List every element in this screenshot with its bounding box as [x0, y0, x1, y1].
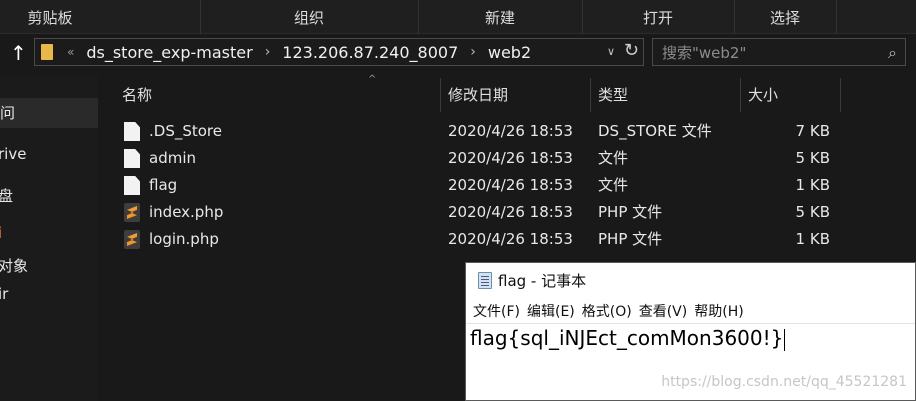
column-separator[interactable] — [840, 78, 841, 112]
column-separator[interactable] — [740, 78, 741, 112]
file-row[interactable]: index.php 2020/4/26 18:53 PHP 文件 5 KB — [118, 199, 878, 226]
chevron-right-icon[interactable]: › — [265, 44, 271, 60]
sort-ascending-icon: ^ — [368, 74, 377, 85]
ribbon-group-select[interactable]: 选择 — [734, 0, 836, 34]
nav-item-dir[interactable]: ir — [0, 285, 8, 303]
file-type: PHP 文件 — [598, 203, 663, 221]
breadcrumb-web2[interactable]: web2 — [488, 43, 531, 62]
file-size: 1 KB — [795, 230, 830, 248]
menu-file[interactable]: 文件(F) — [473, 301, 520, 321]
file-name: .DS_Store — [149, 122, 222, 140]
document-icon — [124, 122, 140, 141]
refresh-icon[interactable]: ↻ — [624, 40, 639, 61]
ribbon-group-open[interactable]: 打开 — [582, 0, 734, 34]
file-date: 2020/4/26 18:53 — [448, 230, 573, 248]
ribbon-group-organize[interactable]: 组织 — [200, 0, 418, 34]
column-header-size[interactable]: 大小 — [748, 78, 778, 112]
menu-format[interactable]: 格式(O) — [582, 301, 632, 321]
watermark: https://blog.csdn.net/qq_45521281 — [661, 374, 907, 390]
nav-item-objects[interactable]: 对象 — [0, 255, 28, 276]
address-row: ↑ « ds_store_exp-master › 123.206.87.240… — [0, 34, 916, 70]
ribbon-group-clipboard[interactable]: 剪贴板 — [0, 0, 100, 34]
column-separator[interactable] — [590, 78, 591, 112]
file-row[interactable]: login.php 2020/4/26 18:53 PHP 文件 1 KB — [118, 226, 878, 253]
folder-icon — [41, 44, 53, 60]
file-size: 1 KB — [795, 176, 830, 194]
column-header-date[interactable]: 修改日期 — [448, 78, 508, 112]
column-header-name[interactable]: 名称 — [122, 78, 152, 112]
file-size: 5 KB — [795, 149, 830, 167]
file-row[interactable]: admin 2020/4/26 18:53 文件 5 KB — [118, 145, 878, 172]
file-row[interactable]: .DS_Store 2020/4/26 18:53 DS_STORE 文件 7 … — [118, 118, 878, 145]
notepad-icon — [478, 271, 492, 289]
nav-item-drive[interactable]: rive — [0, 145, 26, 163]
file-type: PHP 文件 — [598, 230, 663, 248]
notepad-divider — [466, 323, 915, 324]
file-date: 2020/4/26 18:53 — [448, 203, 573, 221]
overflow-chevron-icon[interactable]: « — [67, 45, 74, 59]
menu-view[interactable]: 查看(V) — [639, 301, 688, 321]
file-row[interactable]: flag 2020/4/26 18:53 文件 1 KB — [118, 172, 878, 199]
menu-help[interactable]: 帮助(H) — [694, 301, 743, 321]
navigation-pane: 问 rive 盘 i 对象 ir — [0, 76, 98, 401]
file-type: DS_STORE 文件 — [598, 122, 712, 140]
breadcrumb-host-folder[interactable]: 123.206.87.240_8007 — [282, 43, 458, 62]
notepad-menubar: 文件(F) 编辑(E) 格式(O) 查看(V) 帮助(H) — [466, 299, 915, 323]
file-size: 7 KB — [795, 122, 830, 140]
file-date: 2020/4/26 18:53 — [448, 176, 573, 194]
column-header-type[interactable]: 类型 — [598, 78, 628, 112]
notepad-title: flag - 记事本 — [498, 271, 587, 290]
column-separator[interactable] — [440, 78, 441, 112]
notepad-content: flag{sql_iNJEct_comMon3600!} — [470, 326, 784, 350]
file-type: 文件 — [598, 149, 629, 167]
chevron-down-icon[interactable]: ∨ — [607, 45, 615, 58]
sublime-php-icon — [124, 230, 140, 249]
file-name: flag — [149, 176, 178, 194]
text-caret — [784, 328, 786, 351]
nav-item-disk[interactable]: 盘 — [0, 185, 13, 206]
ribbon-separator — [836, 0, 837, 34]
file-type: 文件 — [598, 176, 629, 194]
file-name: login.php — [149, 230, 219, 248]
file-name: index.php — [149, 203, 224, 221]
file-date: 2020/4/26 18:53 — [448, 149, 573, 167]
up-arrow-icon[interactable]: ↑ — [10, 41, 27, 65]
document-icon — [124, 176, 140, 195]
ribbon-bar: 剪贴板 组织 新建 打开 选择 — [0, 0, 916, 34]
address-bar[interactable]: « ds_store_exp-master › 123.206.87.240_8… — [34, 38, 644, 66]
file-size: 5 KB — [795, 203, 830, 221]
notepad-titlebar[interactable]: flag - 记事本 — [466, 263, 915, 297]
notepad-window: flag - 记事本 文件(F) 编辑(E) 格式(O) 查看(V) 帮助(H)… — [465, 262, 916, 401]
notepad-text-area[interactable]: flag{sql_iNJEct_comMon3600!} — [470, 326, 786, 351]
chevron-right-icon[interactable]: › — [470, 44, 476, 60]
ribbon-group-new[interactable]: 新建 — [418, 0, 582, 34]
search-input[interactable]: 搜索"web2" ⌕ — [652, 38, 906, 66]
menu-edit[interactable]: 编辑(E) — [527, 301, 575, 321]
document-icon — [124, 149, 140, 168]
sublime-php-icon — [124, 203, 140, 222]
file-date: 2020/4/26 18:53 — [448, 122, 573, 140]
breadcrumb-ds-store-exp-master[interactable]: ds_store_exp-master — [86, 43, 252, 62]
search-placeholder: 搜索"web2" — [662, 43, 747, 62]
file-name: admin — [149, 149, 196, 167]
nav-item-quick-access[interactable]: 问 — [0, 98, 98, 128]
nav-item-orange[interactable]: i — [0, 224, 2, 242]
search-icon[interactable]: ⌕ — [888, 43, 897, 63]
